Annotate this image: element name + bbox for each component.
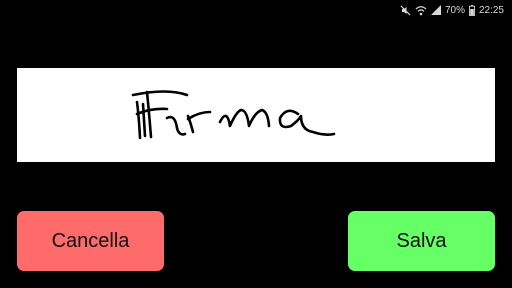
- battery-icon: [469, 4, 475, 16]
- cancel-button-label: Cancella: [51, 229, 130, 252]
- clock: 22:25: [478, 4, 504, 16]
- status-bar: 70% 22:25: [400, 0, 504, 20]
- cancel-button[interactable]: Cancella: [17, 211, 164, 271]
- screen: 70% 22:25 Cancella Salva: [0, 0, 512, 288]
- save-button-label: Salva: [396, 229, 447, 252]
- signature-drawing: [131, 90, 336, 140]
- battery-percent: 70%: [444, 4, 465, 16]
- wifi-icon: [415, 5, 427, 16]
- signal-icon: [430, 5, 441, 15]
- signature-pad[interactable]: [17, 68, 495, 162]
- save-button[interactable]: Salva: [348, 211, 495, 271]
- mute-icon: [400, 5, 411, 16]
